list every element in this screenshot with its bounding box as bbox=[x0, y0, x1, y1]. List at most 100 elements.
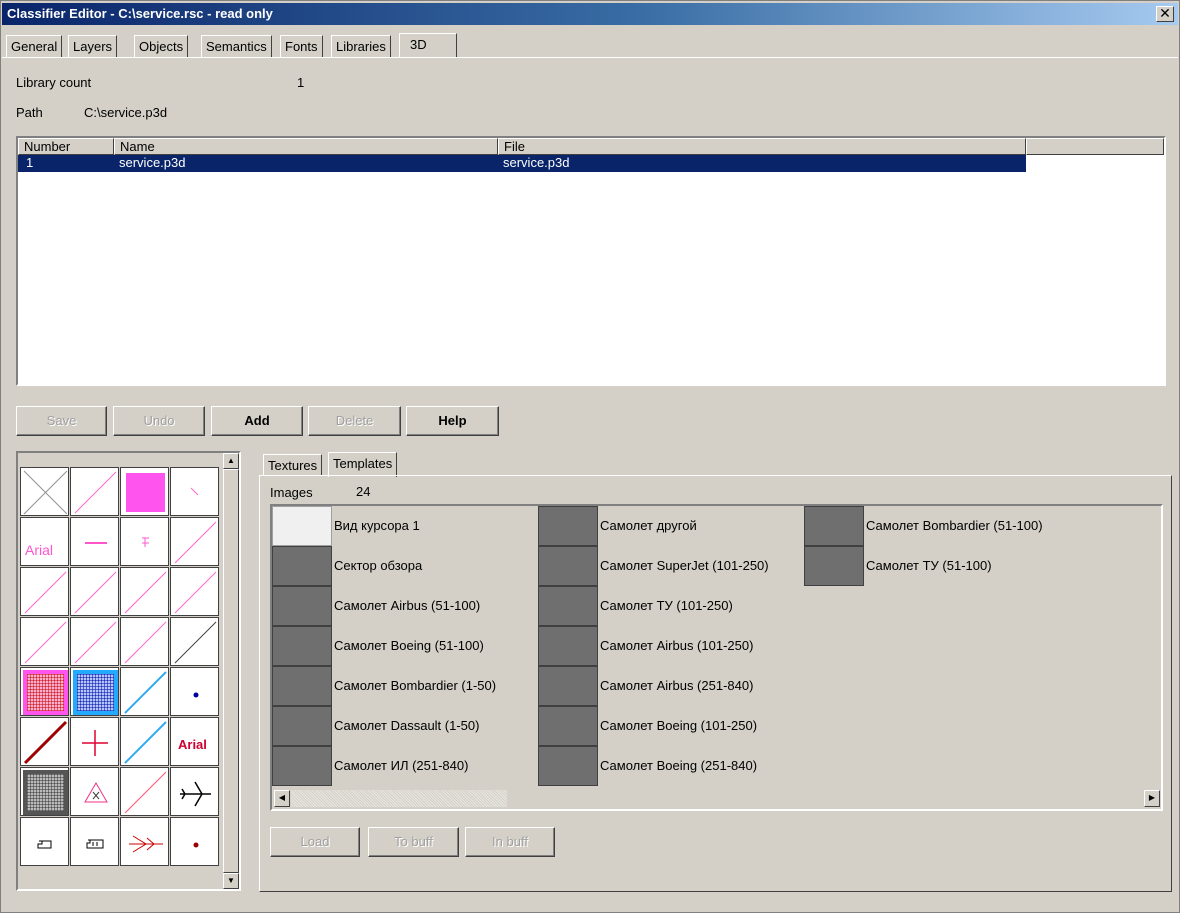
tab-fonts[interactable]: Fonts bbox=[280, 35, 323, 57]
row-file: service.p3d bbox=[503, 155, 570, 170]
column-number[interactable]: Number bbox=[18, 138, 114, 155]
template-images-list[interactable]: Вид курсора 1 Сектор обзора Самолет Airb… bbox=[270, 504, 1163, 811]
palette-cell-red-hatch[interactable] bbox=[20, 667, 69, 716]
palette-cell-pink-line[interactable] bbox=[70, 567, 119, 616]
item-label: Самолет Bombardier (51-100) bbox=[866, 518, 1043, 533]
item-label: Самолет Airbus (101-250) bbox=[600, 638, 754, 653]
palette-arial-bold-label: Arial bbox=[178, 737, 207, 752]
palette-cell-horizontal-line[interactable] bbox=[70, 517, 119, 566]
palette-cell-pink-line[interactable] bbox=[170, 567, 219, 616]
scroll-thumb[interactable] bbox=[291, 790, 507, 807]
image-thumbnail bbox=[272, 546, 332, 586]
item-label: Вид курсора 1 bbox=[334, 518, 420, 533]
help-button[interactable]: Help bbox=[406, 406, 499, 436]
in-buff-button[interactable]: In buff bbox=[465, 827, 555, 857]
tab-libraries[interactable]: Libraries bbox=[331, 35, 391, 57]
item-label: Самолет Boeing (101-250) bbox=[600, 718, 758, 733]
close-button[interactable]: ✕ bbox=[1156, 6, 1174, 22]
image-thumbnail bbox=[272, 586, 332, 626]
to-buff-button[interactable]: To buff bbox=[368, 827, 459, 857]
image-thumbnail bbox=[272, 506, 332, 546]
palette-cell-pink-line[interactable] bbox=[70, 467, 119, 516]
palette-cell-pink-line[interactable] bbox=[170, 517, 219, 566]
library-list[interactable]: Number Name File 1 service.p3d service.p… bbox=[16, 136, 1166, 386]
item-label: Самолет Airbus (51-100) bbox=[334, 598, 481, 613]
palette-cell-pink-line[interactable] bbox=[20, 567, 69, 616]
tab-semantics[interactable]: Semantics bbox=[201, 35, 272, 57]
image-thumbnail bbox=[538, 546, 598, 586]
image-thumbnail bbox=[272, 666, 332, 706]
palette-cell-blue-hatch[interactable] bbox=[70, 667, 119, 716]
table-row[interactable]: 1 service.p3d service.p3d bbox=[18, 155, 1026, 172]
load-button[interactable]: Load bbox=[270, 827, 360, 857]
palette-cell-pink-line[interactable] bbox=[20, 617, 69, 666]
image-thumbnail bbox=[538, 506, 598, 546]
item-label: Самолет ТУ (101-250) bbox=[600, 598, 733, 613]
scroll-down-button[interactable]: ▼ bbox=[223, 873, 239, 889]
arrow-sign-icon[interactable] bbox=[120, 817, 169, 866]
scroll-thumb[interactable] bbox=[223, 469, 239, 873]
tab-3d[interactable]: 3D bbox=[399, 33, 457, 58]
item-label: Самолет ИЛ (251-840) bbox=[334, 758, 469, 773]
palette-scrollbar[interactable]: ▲ ▼ bbox=[223, 453, 239, 889]
image-thumbnail bbox=[538, 666, 598, 706]
title-bar[interactable]: Classifier Editor - C:\service.rsc - rea… bbox=[2, 3, 1178, 25]
item-label: Сектор обзора bbox=[334, 558, 423, 573]
scroll-right-button[interactable]: ▶ bbox=[1144, 790, 1160, 807]
image-thumbnail bbox=[272, 626, 332, 666]
palette-cell-pink-line[interactable] bbox=[120, 767, 169, 816]
palette-cell-pink-line[interactable] bbox=[120, 567, 169, 616]
path-label: Path bbox=[16, 105, 43, 120]
palette-cell-dark-red-line[interactable] bbox=[20, 717, 69, 766]
item-label: Самолет Boeing (51-100) bbox=[334, 638, 484, 653]
item-label: Самолет Boeing (251-840) bbox=[600, 758, 758, 773]
palette-cell-black-line[interactable] bbox=[170, 617, 219, 666]
save-button[interactable]: Save bbox=[16, 406, 107, 436]
palette-cell-red-cross[interactable] bbox=[70, 717, 119, 766]
tab-templates[interactable]: Templates bbox=[328, 452, 398, 477]
palette-cell-arial-text[interactable]: Arial bbox=[20, 517, 69, 566]
images-count: 24 bbox=[356, 484, 371, 499]
tab-divider bbox=[2, 57, 1178, 58]
library-list-header: Number Name File bbox=[18, 138, 1164, 155]
tab-layers[interactable]: Layers bbox=[68, 35, 118, 57]
palette-cell-small-symbol[interactable] bbox=[120, 517, 169, 566]
bus-icon[interactable] bbox=[70, 817, 119, 866]
image-thumbnail bbox=[272, 746, 332, 786]
delete-button[interactable]: Delete bbox=[308, 406, 401, 436]
column-name[interactable]: Name bbox=[114, 138, 498, 155]
sign-palette[interactable]: Arial Arial ▲ ▼ bbox=[16, 451, 241, 891]
palette-cell-pink-line[interactable] bbox=[70, 617, 119, 666]
palette-cell-magenta-fill[interactable] bbox=[120, 467, 169, 516]
undo-button[interactable]: Undo bbox=[113, 406, 205, 436]
palette-cell-blue-dot[interactable] bbox=[170, 667, 219, 716]
tab-objects[interactable]: Objects bbox=[134, 35, 189, 57]
image-thumbnail bbox=[804, 546, 864, 586]
palette-cell-pink-line[interactable] bbox=[120, 617, 169, 666]
item-label: Самолет Airbus (251-840) bbox=[600, 678, 754, 693]
classifier-editor-window: Classifier Editor - C:\service.rsc - rea… bbox=[0, 0, 1180, 913]
scroll-up-button[interactable]: ▲ bbox=[223, 453, 239, 469]
add-button[interactable]: Add bbox=[211, 406, 303, 436]
window-title: Classifier Editor - C:\service.rsc - rea… bbox=[7, 6, 273, 21]
path-value: C:\service.p3d bbox=[84, 105, 168, 120]
images-horizontal-scrollbar[interactable]: ◀ ▶ bbox=[274, 790, 1160, 807]
scroll-left-button[interactable]: ◀ bbox=[274, 790, 290, 807]
item-label: Самолет ТУ (51-100) bbox=[866, 558, 992, 573]
palette-cell-warning-triangle[interactable] bbox=[70, 767, 119, 816]
palette-cell-short-line[interactable] bbox=[170, 467, 219, 516]
palette-cell-empty-cross[interactable] bbox=[20, 467, 69, 516]
palette-arial-label: Arial bbox=[25, 542, 53, 558]
column-file[interactable]: File bbox=[498, 138, 1026, 155]
truck-icon[interactable] bbox=[20, 817, 69, 866]
palette-cell-red-dot[interactable] bbox=[170, 817, 219, 866]
tab-general[interactable]: General bbox=[6, 35, 63, 57]
palette-cell-blue-line[interactable] bbox=[120, 667, 169, 716]
tab-textures[interactable]: Textures bbox=[263, 454, 323, 476]
palette-cell-grey-grid[interactable] bbox=[20, 767, 69, 816]
palette-cell-arial-bold-text[interactable]: Arial bbox=[170, 717, 219, 766]
image-thumbnail bbox=[538, 706, 598, 746]
palette-cell-blue-line[interactable] bbox=[120, 717, 169, 766]
airplane-icon[interactable] bbox=[170, 767, 219, 816]
image-thumbnail bbox=[538, 746, 598, 786]
